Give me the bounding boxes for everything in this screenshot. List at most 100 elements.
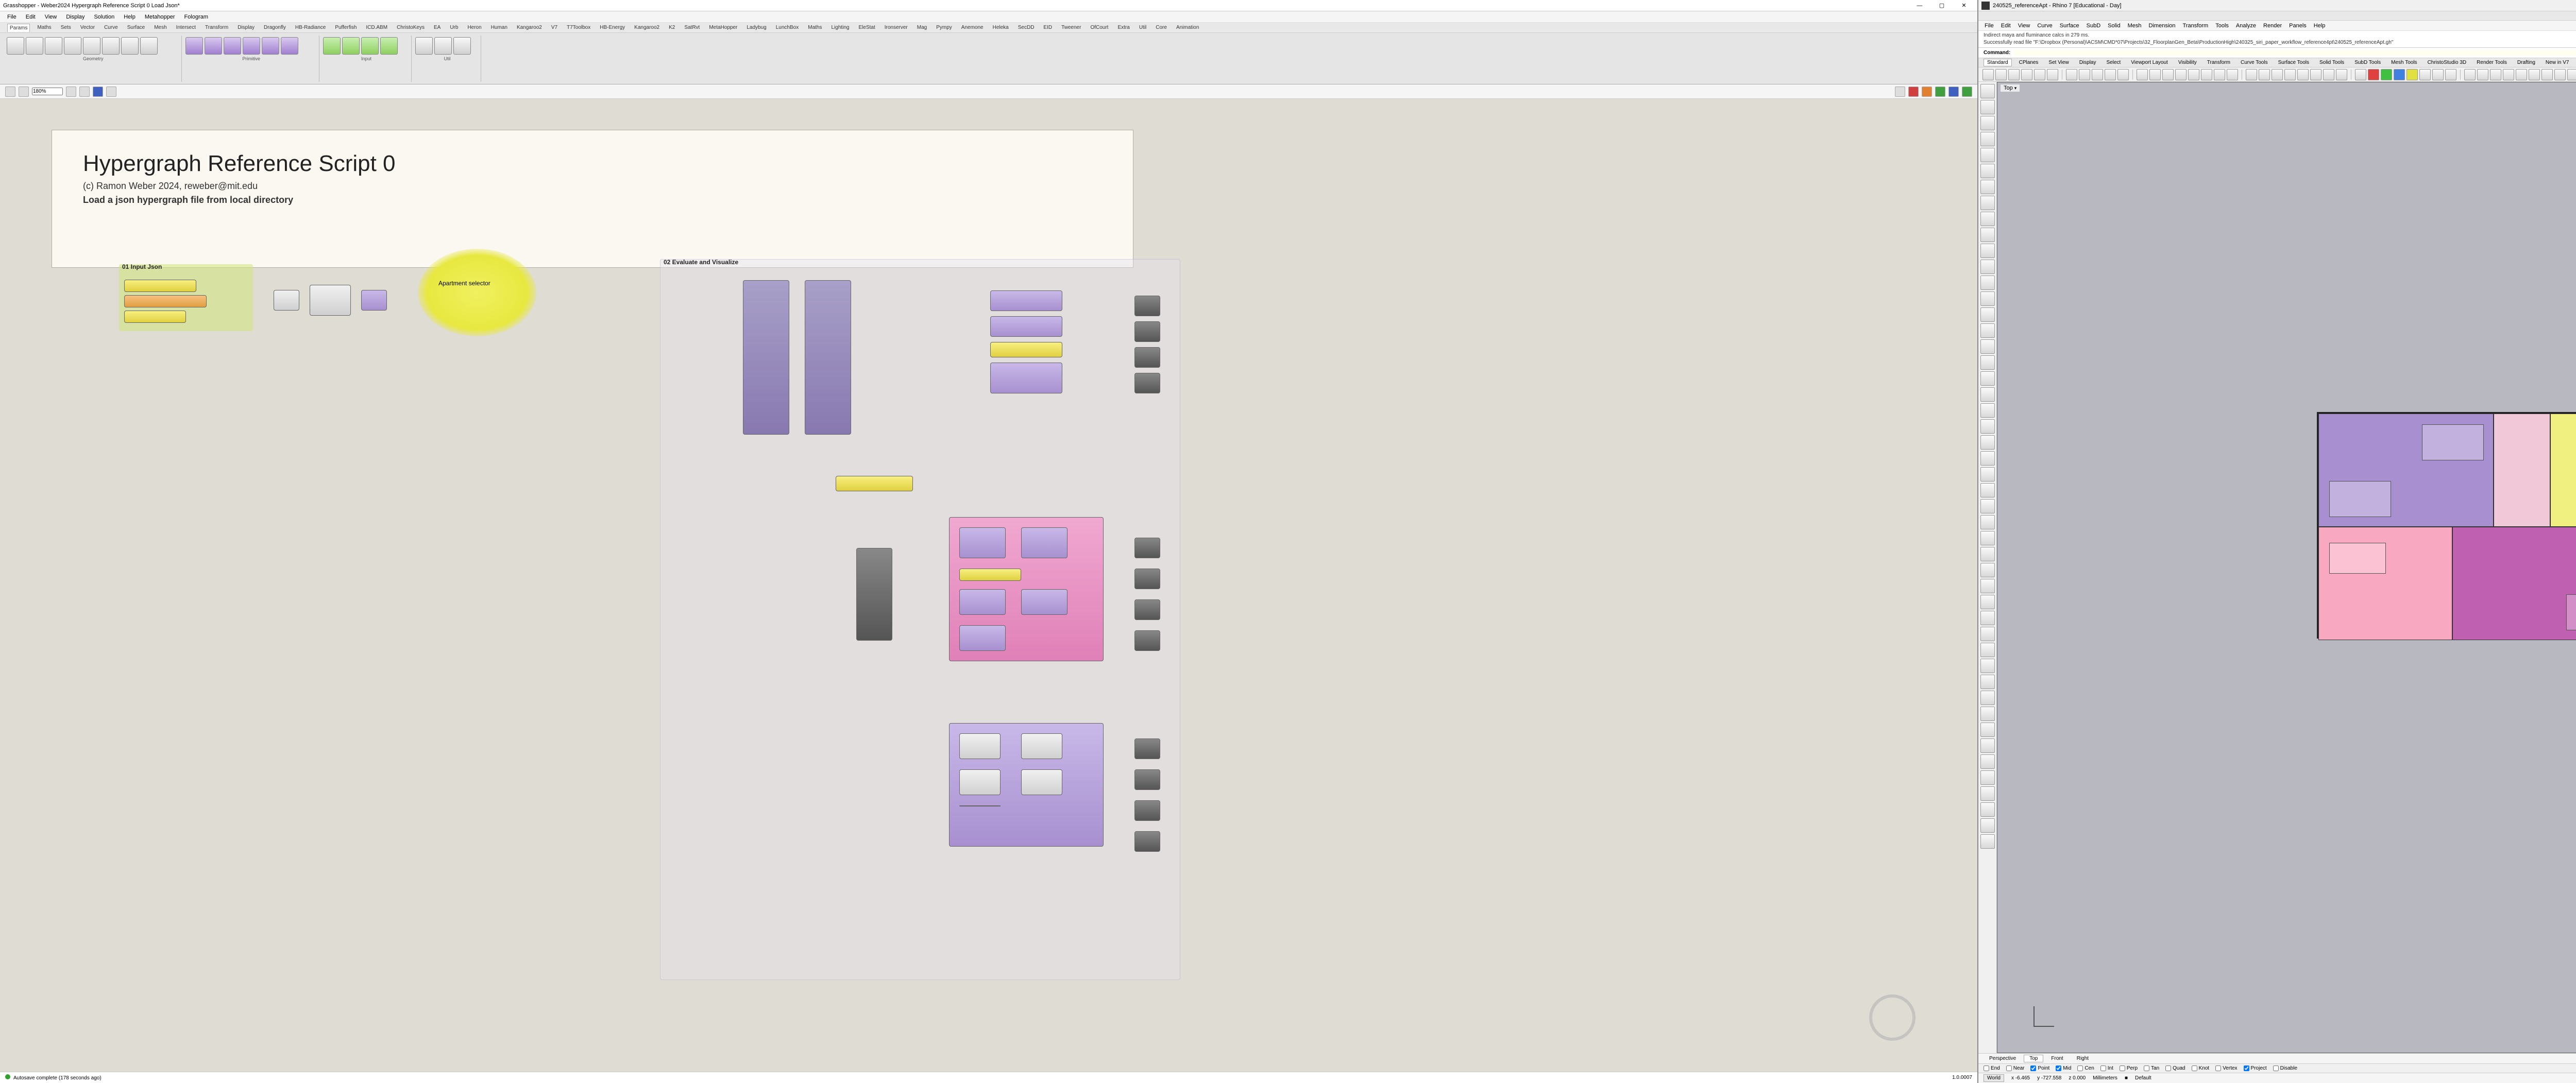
viewport-label[interactable]: Top▾ [2001, 84, 2020, 92]
sidebar-tool-icon[interactable] [1980, 595, 1995, 609]
sidebar-tool-icon[interactable] [1980, 371, 1995, 386]
toolbar-icon[interactable] [2432, 69, 2444, 80]
menu-fologram[interactable]: Fologram [184, 14, 208, 20]
room[interactable] [2318, 527, 2452, 640]
cluster-node[interactable] [743, 280, 789, 435]
close-button[interactable]: ✕ [1954, 2, 1974, 9]
data-node[interactable] [361, 290, 387, 311]
menu-help[interactable]: Help [124, 14, 135, 20]
zoom-extents-icon[interactable] [66, 87, 76, 97]
room[interactable] [2318, 414, 2494, 527]
rh-viewport[interactable]: Top▾ ◀ [1997, 82, 2576, 1053]
component-icon[interactable] [102, 37, 120, 55]
toolbar-icon[interactable] [2503, 69, 2514, 80]
component-node[interactable] [959, 625, 1006, 651]
sidebar-tool-icon[interactable] [1980, 291, 1995, 306]
component-node[interactable] [959, 527, 1006, 558]
osnap-checkbox[interactable] [2215, 1065, 2221, 1071]
gh-tab[interactable]: Extra [1115, 24, 1131, 31]
command-input[interactable] [2013, 50, 2576, 56]
sidebar-tool-icon[interactable] [1980, 659, 1995, 673]
toolbar-icon[interactable] [2394, 69, 2405, 80]
rh-menu-item[interactable]: Dimension [2149, 23, 2176, 29]
rh-tool-tab[interactable]: Solid Tools [2316, 59, 2347, 66]
settings-icon[interactable] [1948, 87, 1959, 97]
osnap-option[interactable]: Perp [2120, 1065, 2138, 1071]
maximize-button[interactable]: ▢ [1931, 2, 1952, 9]
gh-tab[interactable]: Kangaroo2 [632, 24, 662, 31]
gh-tab[interactable]: Dragonfly [262, 24, 288, 31]
gh-tab[interactable]: LunchBox [774, 24, 801, 31]
sidebar-tool-icon[interactable] [1980, 100, 1995, 114]
sidebar-tool-icon[interactable] [1980, 834, 1995, 849]
toolbar-icon[interactable] [2310, 69, 2321, 80]
sidebar-tool-icon[interactable] [1980, 754, 1995, 769]
toolbar-icon[interactable] [2445, 69, 2456, 80]
component-icon[interactable] [453, 37, 471, 55]
component-icon[interactable] [121, 37, 139, 55]
toolbar-icon[interactable] [2368, 69, 2379, 80]
output-node[interactable] [1134, 599, 1160, 620]
view-tab[interactable]: Top [2024, 1055, 2043, 1062]
toolbar-icon[interactable] [2092, 69, 2103, 80]
rh-tool-tab[interactable]: Display [2076, 59, 2099, 66]
gh-tab[interactable]: Surface [125, 24, 147, 31]
sidebar-tool-icon[interactable] [1980, 403, 1995, 418]
toolbar-icon[interactable] [1982, 69, 1994, 80]
gh-tab[interactable]: SecDD [1016, 24, 1037, 31]
toolbar-icon[interactable] [2214, 69, 2225, 80]
sidebar-tool-icon[interactable] [1980, 467, 1995, 482]
gh-canvas[interactable]: Hypergraph Reference Script 0 (c) Ramon … [0, 99, 1977, 1072]
named-view-icon[interactable] [79, 87, 90, 97]
view-tab[interactable]: Perspective [1984, 1055, 2022, 1062]
toolbar-icon[interactable] [2259, 69, 2270, 80]
gh-tab[interactable]: Urb [448, 24, 460, 31]
rh-tool-tab[interactable]: Render Tools [2473, 59, 2510, 66]
gh-tab[interactable]: ChristoKeys [395, 24, 427, 31]
rh-tool-tab[interactable]: Mesh Tools [2388, 59, 2420, 66]
gh-tab[interactable]: Heron [465, 24, 483, 31]
toolbar-icon[interactable] [2490, 69, 2501, 80]
component-icon[interactable] [83, 37, 100, 55]
component-icon[interactable] [262, 37, 279, 55]
osnap-option[interactable]: Int [2100, 1065, 2113, 1071]
toolbar-icon[interactable] [2105, 69, 2116, 80]
rh-tool-tab[interactable]: Set View [2045, 59, 2072, 66]
component-icon[interactable] [7, 37, 24, 55]
sidebar-tool-icon[interactable] [1980, 84, 1995, 98]
output-node[interactable] [1134, 800, 1160, 821]
toolbar-icon[interactable] [2079, 69, 2090, 80]
compass-icon[interactable] [1869, 994, 1916, 1041]
osnap-checkbox[interactable] [2244, 1065, 2249, 1071]
gh-tab[interactable]: EleStat [857, 24, 877, 31]
sidebar-tool-icon[interactable] [1980, 323, 1995, 338]
osnap-option[interactable]: Vertex [2215, 1065, 2237, 1071]
toolbar-icon[interactable] [2175, 69, 2187, 80]
rh-tool-tab[interactable]: New in V7 [2543, 59, 2572, 66]
gh-tab[interactable]: V7 [549, 24, 560, 31]
component-icon[interactable] [140, 37, 158, 55]
rh-tool-tab[interactable]: Curve Tools [2238, 59, 2271, 66]
gh-tab[interactable]: Maths [35, 24, 53, 31]
view-tab[interactable]: Front [2045, 1055, 2069, 1062]
room[interactable] [2494, 414, 2550, 527]
gh-tab[interactable]: Ironserver [883, 24, 910, 31]
toolbar-icon[interactable] [2021, 69, 2032, 80]
output-node[interactable] [1134, 538, 1160, 558]
rh-menu-item[interactable]: Analyze [2236, 23, 2256, 29]
rh-menu-item[interactable]: Curve [2037, 23, 2052, 29]
sidebar-tool-icon[interactable] [1980, 355, 1995, 370]
gh-tab[interactable]: MetaHopper [707, 24, 739, 31]
osnap-option[interactable]: Point [2030, 1065, 2049, 1071]
rh-menu-item[interactable]: Tools [2215, 23, 2229, 29]
toolbar-icon[interactable] [2284, 69, 2296, 80]
sidebar-tool-icon[interactable] [1980, 786, 1995, 801]
gh-tab[interactable]: Animation [1174, 24, 1201, 31]
sidebar-tool-icon[interactable] [1980, 180, 1995, 194]
rh-menu-item[interactable]: SubD [2087, 23, 2101, 29]
gh-tab[interactable]: Kangaroo2 [515, 24, 544, 31]
sidebar-tool-icon[interactable] [1980, 818, 1995, 833]
sidebar-tool-icon[interactable] [1980, 196, 1995, 210]
menu-display[interactable]: Display [66, 14, 84, 20]
sidebar-tool-icon[interactable] [1980, 435, 1995, 450]
